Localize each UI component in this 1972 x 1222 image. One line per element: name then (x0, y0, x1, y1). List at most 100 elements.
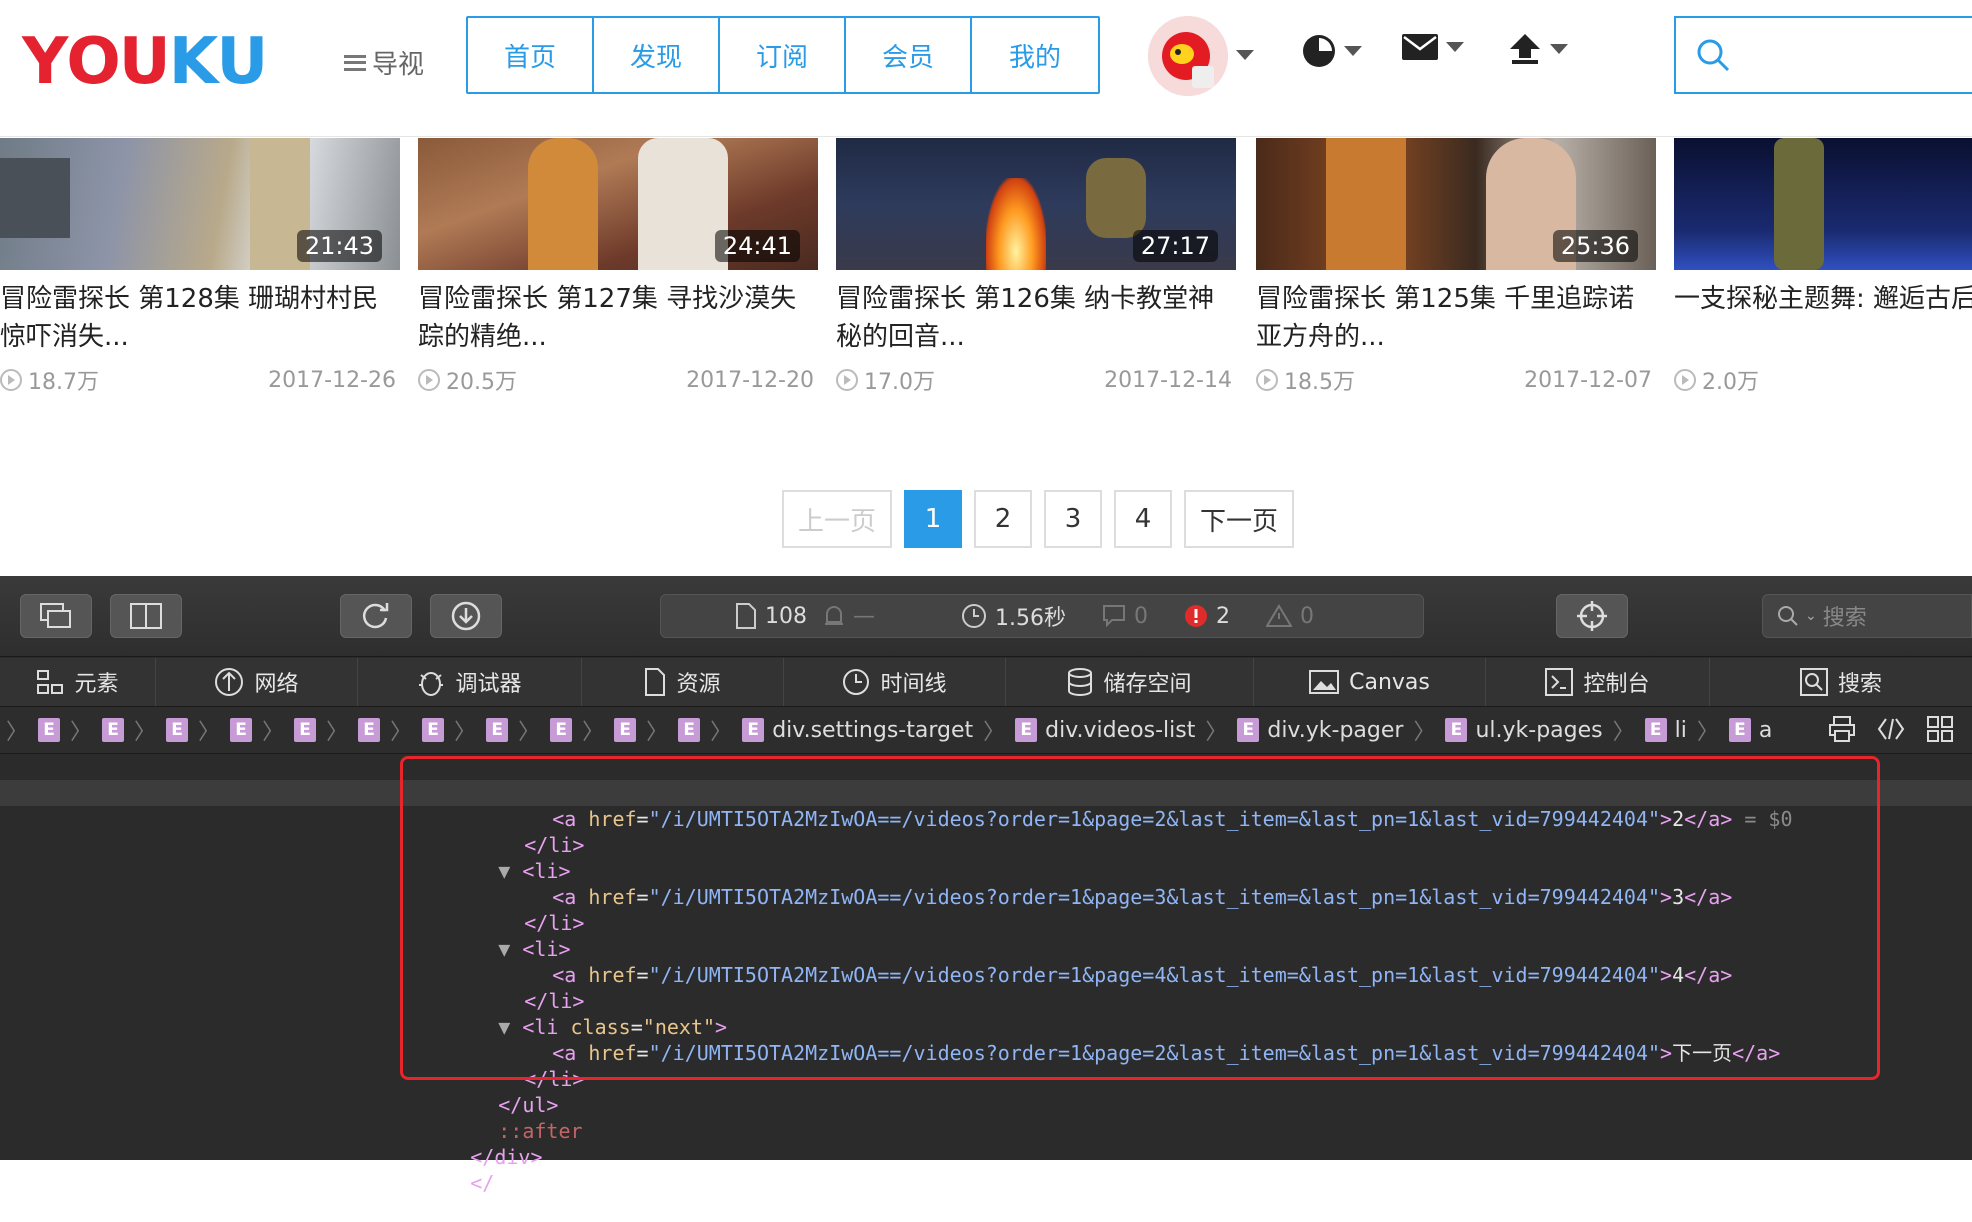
breadcrumb-item[interactable]: E (166, 718, 189, 742)
tab-canvas[interactable]: Canvas (1254, 658, 1486, 706)
logs-count[interactable]: 0 (1102, 604, 1148, 629)
history-menu[interactable] (1302, 34, 1362, 68)
nav-tab-vip[interactable]: 会员 (846, 18, 972, 92)
upload-menu[interactable] (1508, 34, 1568, 64)
clock-icon (962, 604, 986, 628)
load-time[interactable]: 1.56秒 (961, 600, 1066, 632)
next-page-button[interactable]: 下一页 (1184, 490, 1294, 548)
dom-node[interactable]: </div> (0, 1118, 542, 1169)
avatar[interactable] (1148, 16, 1228, 96)
element-badge: E (1015, 718, 1038, 742)
breadcrumb-item[interactable]: E (614, 718, 637, 742)
clock-icon (1303, 35, 1335, 67)
web-inspector: 108 — 1.56秒 0 2 0 ⌄ 搜索 元素 网络 调试器 资源 时间线 … (0, 576, 1972, 1195)
breadcrumb-item[interactable]: E (294, 718, 317, 742)
tab-network[interactable]: 网络 (156, 658, 358, 706)
breadcrumb-item[interactable]: E (358, 718, 381, 742)
element-picker-button[interactable] (1556, 594, 1628, 638)
inspector-search-input[interactable]: ⌄ 搜索 (1762, 594, 1972, 638)
video-title[interactable]: 冒险雷探长 第126集 纳卡教堂神秘的回音... (836, 280, 1236, 356)
print-icon[interactable] (1828, 715, 1856, 743)
source-toggle-icon[interactable] (1876, 715, 1906, 743)
page-button-2[interactable]: 2 (974, 490, 1032, 548)
page-button-3[interactable]: 3 (1044, 490, 1102, 548)
logo-letter: U (216, 25, 268, 99)
warnings-count[interactable]: 0 (1266, 604, 1314, 629)
warnings-count-value: 0 (1300, 603, 1314, 629)
tab-elements-label: 元素 (74, 672, 119, 697)
breadcrumb-yk-pager[interactable]: Ediv.yk-pager (1237, 718, 1403, 743)
requests-count[interactable]: — (823, 604, 875, 629)
video-thumbnail[interactable]: 21:43 (0, 138, 400, 270)
breadcrumb-yk-pages[interactable]: Eul.yk-pages (1445, 718, 1603, 743)
tab-storage[interactable]: 储存空间 (1006, 658, 1254, 706)
grid-icon[interactable] (1926, 715, 1954, 743)
video-thumbnail[interactable] (1674, 138, 1972, 270)
youku-logo[interactable]: YOUKU (22, 25, 268, 99)
nav-tab-subscribe[interactable]: 订阅 (720, 18, 846, 92)
tab-timeline[interactable]: 时间线 (784, 658, 1006, 706)
video-thumbnail[interactable]: 25:36 (1256, 138, 1656, 270)
video-thumbnail[interactable]: 24:41 (418, 138, 818, 270)
element-badge: E (166, 718, 189, 742)
search-icon (1799, 668, 1828, 696)
tab-search[interactable]: 搜索 (1710, 658, 1972, 706)
avatar-dropdown[interactable] (1236, 34, 1254, 60)
tab-search-label: 搜索 (1837, 672, 1882, 697)
breadcrumb-li[interactable]: Eli (1644, 718, 1687, 743)
messages-menu[interactable] (1402, 34, 1464, 60)
breadcrumb-a[interactable]: Ea (1728, 718, 1772, 743)
warning-icon (1266, 604, 1292, 627)
video-title[interactable]: 冒险雷探长 第125集 千里追踪诺亚方舟的... (1256, 280, 1656, 356)
tab-debugger[interactable]: 调试器 (358, 658, 582, 706)
video-date: 2017-12-07 (1524, 367, 1652, 393)
breadcrumb-item[interactable]: E (678, 718, 701, 742)
breadcrumb-item[interactable]: E (38, 718, 61, 742)
tab-console[interactable]: 控制台 (1486, 658, 1710, 706)
tab-elements[interactable]: 元素 (0, 658, 156, 706)
video-card[interactable]: 25:36 冒险雷探长 第125集 千里追踪诺亚方舟的... 18.5万 201… (1256, 138, 1656, 396)
nav-tab-home[interactable]: 首页 (468, 18, 594, 92)
dock-side-button[interactable] (110, 594, 182, 638)
breadcrumb-label: div.settings-target (772, 717, 974, 743)
page-button-1[interactable]: 1 (904, 490, 962, 548)
video-card[interactable]: 一支探秘主题舞: 邂逅古后, 雷探... 2.0万 (1674, 138, 1972, 396)
page-button-4[interactable]: 4 (1114, 490, 1172, 548)
breadcrumb-item[interactable]: E (550, 718, 573, 742)
dom-node[interactable]: ::after (0, 1092, 582, 1143)
error-icon (1185, 605, 1207, 627)
resources-count[interactable]: 108 (735, 603, 807, 629)
nav-tab-discover[interactable]: 发现 (594, 18, 720, 92)
errors-count[interactable]: 2 (1184, 604, 1230, 629)
requests-count-value: — (853, 603, 875, 629)
breadcrumb-item[interactable]: E (486, 718, 509, 742)
network-icon (215, 668, 244, 696)
video-title[interactable]: 一支探秘主题舞: 邂逅古后, 雷探... (1674, 280, 1972, 356)
breadcrumb-videos-list[interactable]: Ediv.videos-list (1015, 718, 1195, 743)
breadcrumb-settings-target[interactable]: Ediv.settings-target (742, 718, 973, 743)
logo-letter: U (118, 25, 171, 99)
video-title[interactable]: 冒险雷探长 第128集 珊瑚村村民惊吓消失... (0, 280, 400, 356)
dock-window-button[interactable] (20, 594, 92, 638)
video-card[interactable]: 21:43 冒险雷探长 第128集 珊瑚村村民惊吓消失... 18.7万 201… (0, 138, 400, 396)
logo-letter: Y (22, 25, 68, 99)
download-button[interactable] (430, 594, 502, 638)
tab-resources[interactable]: 资源 (582, 658, 784, 706)
video-thumbnail[interactable]: 27:17 (836, 138, 1236, 270)
video-title[interactable]: 冒险雷探长 第127集 寻找沙漠失踪的精绝... (418, 280, 818, 356)
video-card[interactable]: 27:17 冒险雷探长 第126集 纳卡教堂神秘的回音... 17.0万 201… (836, 138, 1236, 396)
errors-count-value: 2 (1216, 603, 1230, 629)
video-card[interactable]: 24:41 冒险雷探长 第127集 寻找沙漠失踪的精绝... 20.5万 201… (418, 138, 818, 396)
message-icon (1103, 605, 1125, 628)
breadcrumb-item[interactable]: E (230, 718, 253, 742)
guide-menu-button[interactable]: 导视 (344, 44, 424, 81)
nav-tab-mine[interactable]: 我的 (972, 18, 1098, 92)
breadcrumb-tools (1828, 715, 1954, 743)
reload-button[interactable] (340, 594, 412, 638)
prev-page-button[interactable]: 上一页 (782, 490, 892, 548)
dom-node[interactable]: </ (0, 1144, 494, 1195)
search-input[interactable] (1674, 16, 1972, 94)
tab-timeline-label: 时间线 (880, 672, 947, 697)
breadcrumb-item[interactable]: E (422, 718, 445, 742)
breadcrumb-item[interactable]: E (102, 718, 125, 742)
